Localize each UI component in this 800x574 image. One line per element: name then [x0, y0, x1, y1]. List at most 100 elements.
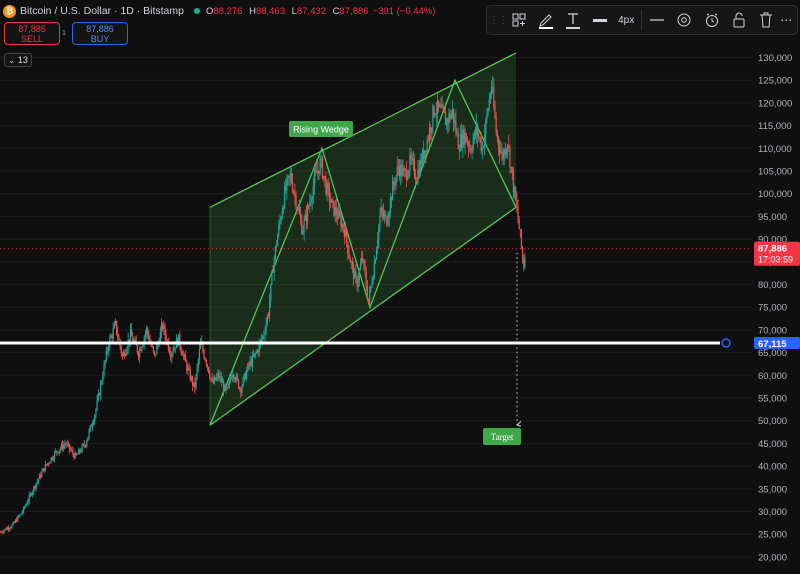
indicators-collapse-button[interactable]: ⌄ 13: [4, 53, 32, 67]
candle-body: [433, 105, 435, 116]
candle-body: [44, 464, 46, 472]
candle-body: [247, 364, 249, 371]
candle-body: [447, 119, 449, 124]
candle-body: [509, 146, 511, 168]
candle-body: [86, 441, 88, 447]
candle-body: [469, 147, 471, 149]
candle-body: [220, 376, 222, 383]
candle-body: [257, 350, 259, 353]
candle-body: [56, 450, 58, 453]
candle-body: [47, 463, 49, 465]
candle-body: [2, 532, 4, 534]
candle-body: [334, 207, 336, 216]
candle-body: [134, 339, 136, 341]
candle-body: [9, 528, 11, 530]
candle-body: [505, 148, 508, 155]
candle-body: [362, 257, 364, 261]
y-tick-label: 120,000: [758, 98, 792, 109]
candle-body: [470, 147, 472, 153]
candle-body: [14, 519, 17, 523]
candle-body: [5, 528, 7, 530]
candle-body: [117, 333, 119, 338]
candle-body: [189, 369, 191, 380]
candle-body: [480, 138, 482, 151]
candle-body: [129, 329, 132, 342]
layout-icon[interactable]: [505, 8, 532, 32]
candle-body: [30, 493, 33, 496]
more-options-icon[interactable]: ⋯: [779, 8, 793, 32]
candle-body: [128, 339, 130, 342]
candle-body: [52, 458, 54, 460]
candle-body: [81, 445, 83, 452]
candle-body: [508, 145, 510, 147]
candle-body: [451, 108, 454, 115]
candle-body: [481, 147, 483, 151]
candle-body: [280, 218, 282, 221]
candle-body: [33, 486, 35, 492]
candle-body: [349, 257, 351, 263]
candle-body: [424, 150, 426, 159]
candle-body: [110, 336, 112, 338]
candle-body: [413, 161, 416, 177]
alert-icon[interactable]: [698, 8, 725, 32]
candle-body: [202, 344, 204, 352]
candle-body: [80, 451, 82, 453]
line-width-label[interactable]: 4px: [614, 8, 639, 32]
settings-icon[interactable]: [671, 8, 698, 32]
candle-body: [187, 367, 189, 371]
candle-body: [87, 437, 89, 442]
current-price-label: 87,886: [758, 244, 787, 255]
candle-body: [116, 320, 118, 334]
candle-body: [454, 120, 456, 123]
symbol-title[interactable]: Bitcoin / U.S. Dollar · 1D · Bitstamp: [20, 5, 184, 17]
candle-body: [417, 169, 419, 182]
candle-body: [19, 514, 21, 516]
candle-body: [323, 176, 325, 179]
candle-body: [126, 348, 128, 353]
candle-body: [255, 352, 257, 354]
line-dash-icon[interactable]: [644, 8, 671, 32]
candle-body: [501, 151, 503, 153]
candle-body: [416, 180, 418, 182]
candle-body: [490, 87, 493, 95]
drag-handle-icon[interactable]: ⋮⋮: [489, 8, 508, 32]
pencil-icon[interactable]: [532, 8, 559, 32]
candle-body: [371, 283, 373, 286]
candle-body: [6, 527, 8, 530]
text-icon[interactable]: [559, 8, 586, 32]
candle-body: [271, 271, 273, 284]
candle-body: [403, 168, 405, 170]
candle-body: [0, 531, 2, 533]
candle-body: [448, 113, 450, 124]
candle-body: [151, 345, 153, 347]
price-chart[interactable]: Rising Wedge Target 20,000 25,000 30,000 35,…: [0, 0, 800, 574]
price-axis[interactable]: 20,000 25,000 30,000 35,000 40,000 45,000 50,0…: [758, 53, 792, 563]
candle-body: [41, 471, 43, 477]
buy-button[interactable]: 87,886 BUY: [72, 22, 128, 45]
sell-button[interactable]: 87,885 SELL: [4, 22, 60, 45]
candle-body: [173, 347, 175, 352]
candle-body: [434, 114, 436, 116]
candle-body: [320, 157, 322, 159]
candle-body: [60, 444, 63, 449]
candle-body: [59, 448, 61, 451]
line-style-icon[interactable]: [586, 8, 613, 32]
candle-body: [36, 481, 38, 484]
candle-body: [182, 354, 184, 356]
collapse-count: 13: [17, 55, 28, 65]
candle-body: [214, 377, 217, 380]
candle-body: [289, 173, 291, 177]
candle-body: [120, 346, 122, 354]
candle-body: [269, 301, 271, 316]
candle-body: [449, 113, 451, 120]
candle-body: [502, 151, 504, 160]
candle-body: [428, 127, 431, 141]
candle-body: [55, 450, 57, 453]
candle-body: [29, 493, 31, 495]
lock-icon[interactable]: [725, 8, 752, 32]
candle-body: [155, 354, 157, 355]
candle-body: [411, 158, 413, 160]
candle-body: [325, 178, 327, 195]
trash-icon[interactable]: [752, 8, 779, 32]
candle-body: [235, 375, 237, 381]
